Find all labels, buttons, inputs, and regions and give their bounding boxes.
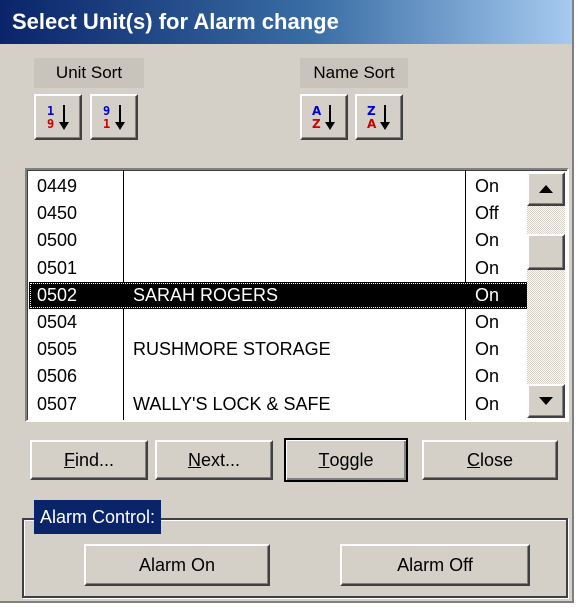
sort-name-descending-button[interactable]: Z A: [355, 94, 403, 140]
sort-alpha-ascending-icon: A Z: [312, 104, 335, 131]
status-cell: On: [475, 176, 500, 196]
scroll-down-button[interactable]: [527, 384, 565, 418]
next-label: ext...: [200, 449, 240, 470]
unit-list[interactable]: 0449 On 0450 Off 0500 On 0501 On 0502 SARAH ROGER…: [25, 168, 569, 422]
close-mnemonic: C: [466, 449, 480, 470]
status-cell: On: [475, 284, 500, 305]
unit-cell: 0505: [37, 339, 78, 360]
list-item[interactable]: 0506 On: [29, 363, 529, 390]
svg-text:Z: Z: [367, 104, 376, 118]
scroll-thumb[interactable]: [527, 234, 565, 270]
toggle-button[interactable]: Toggle: [284, 438, 408, 482]
unit-cell: 0504: [37, 311, 78, 332]
sort-name-ascending-button[interactable]: A Z: [300, 94, 348, 140]
name-cell: SARAH ROGERS: [133, 284, 279, 305]
status-cell: Off: [475, 203, 499, 224]
svg-text:9: 9: [47, 117, 54, 131]
vertical-scrollbar[interactable]: [527, 172, 565, 418]
list-item[interactable]: 0507 WALLY'S LOCK & SAFE On: [29, 391, 529, 418]
list-item[interactable]: 0505 RUSHMORE STORAGE On: [29, 336, 529, 363]
find-mnemonic: F: [63, 449, 75, 470]
status-cell: On: [475, 366, 500, 387]
alarm-off-label: Alarm Off: [397, 554, 473, 575]
status-cell: On: [475, 230, 500, 251]
alarm-on-label: Alarm On: [138, 554, 216, 575]
unit-cell: 0507: [37, 393, 78, 414]
alarm-on-button[interactable]: Alarm On: [84, 544, 270, 586]
status-cell: On: [475, 339, 500, 360]
unit-cell: 0501: [37, 257, 78, 278]
list-item[interactable]: 0502 SARAH ROGERS On: [29, 281, 529, 309]
unit-cell: 0500: [37, 230, 78, 251]
svg-text:A: A: [312, 104, 322, 118]
unit-cell: 0450: [37, 203, 78, 224]
status-cell: On: [475, 257, 500, 278]
next-button[interactable]: Next...: [155, 440, 273, 480]
unit-list-rows: 0449 On 0450 Off 0500 On 0501 On 0502 SARAH ROGER…: [29, 173, 529, 418]
list-item[interactable]: 0449 On: [29, 173, 529, 200]
close-label: lose: [479, 449, 514, 470]
list-item[interactable]: 0500 On: [29, 227, 529, 254]
close-button[interactable]: Close: [422, 440, 558, 480]
sort-numeric-ascending-icon: 1 9: [47, 104, 69, 131]
find-label: ind...: [74, 449, 115, 470]
find-button[interactable]: Find...: [30, 440, 148, 480]
svg-text:1: 1: [103, 117, 110, 131]
status-cell: On: [475, 393, 500, 414]
list-item[interactable]: 0504 On: [29, 309, 529, 336]
alarm-change-dialog: Select Unit(s) for Alarm change Unit Sor…: [0, 0, 574, 603]
svg-text:9: 9: [103, 104, 110, 118]
scroll-up-button[interactable]: [527, 172, 565, 206]
svg-text:Z: Z: [312, 117, 321, 131]
next-mnemonic: N: [187, 449, 201, 470]
dialog-title: Select Unit(s) for Alarm change: [0, 0, 572, 44]
toggle-mnemonic: T: [318, 449, 330, 470]
svg-text:A: A: [367, 117, 377, 131]
arrow-up-icon: [539, 185, 553, 193]
status-cell: On: [475, 311, 500, 332]
toggle-label: oggle: [329, 449, 374, 470]
list-item[interactable]: 0501 On: [29, 255, 529, 282]
name-cell: RUSHMORE STORAGE: [133, 339, 331, 360]
sort-alpha-descending-icon: Z A: [367, 104, 390, 131]
unit-cell: 0502: [37, 284, 78, 305]
name-sort-label: Name Sort: [300, 58, 408, 88]
name-cell: WALLY'S LOCK & SAFE: [133, 393, 331, 414]
alarm-off-button[interactable]: Alarm Off: [340, 544, 530, 586]
unit-cell: 0506: [37, 366, 78, 387]
sort-numeric-descending-icon: 9 1: [103, 104, 125, 131]
svg-text:1: 1: [47, 104, 54, 118]
sort-unit-ascending-button[interactable]: 1 9: [34, 94, 82, 140]
unit-sort-label: Unit Sort: [34, 58, 144, 88]
alarm-control-title: Alarm Control:: [34, 500, 162, 534]
unit-cell: 0449: [37, 176, 78, 196]
list-item[interactable]: 0450 Off: [29, 200, 529, 227]
arrow-down-icon: [539, 397, 553, 405]
sort-unit-descending-button[interactable]: 9 1: [90, 94, 138, 140]
